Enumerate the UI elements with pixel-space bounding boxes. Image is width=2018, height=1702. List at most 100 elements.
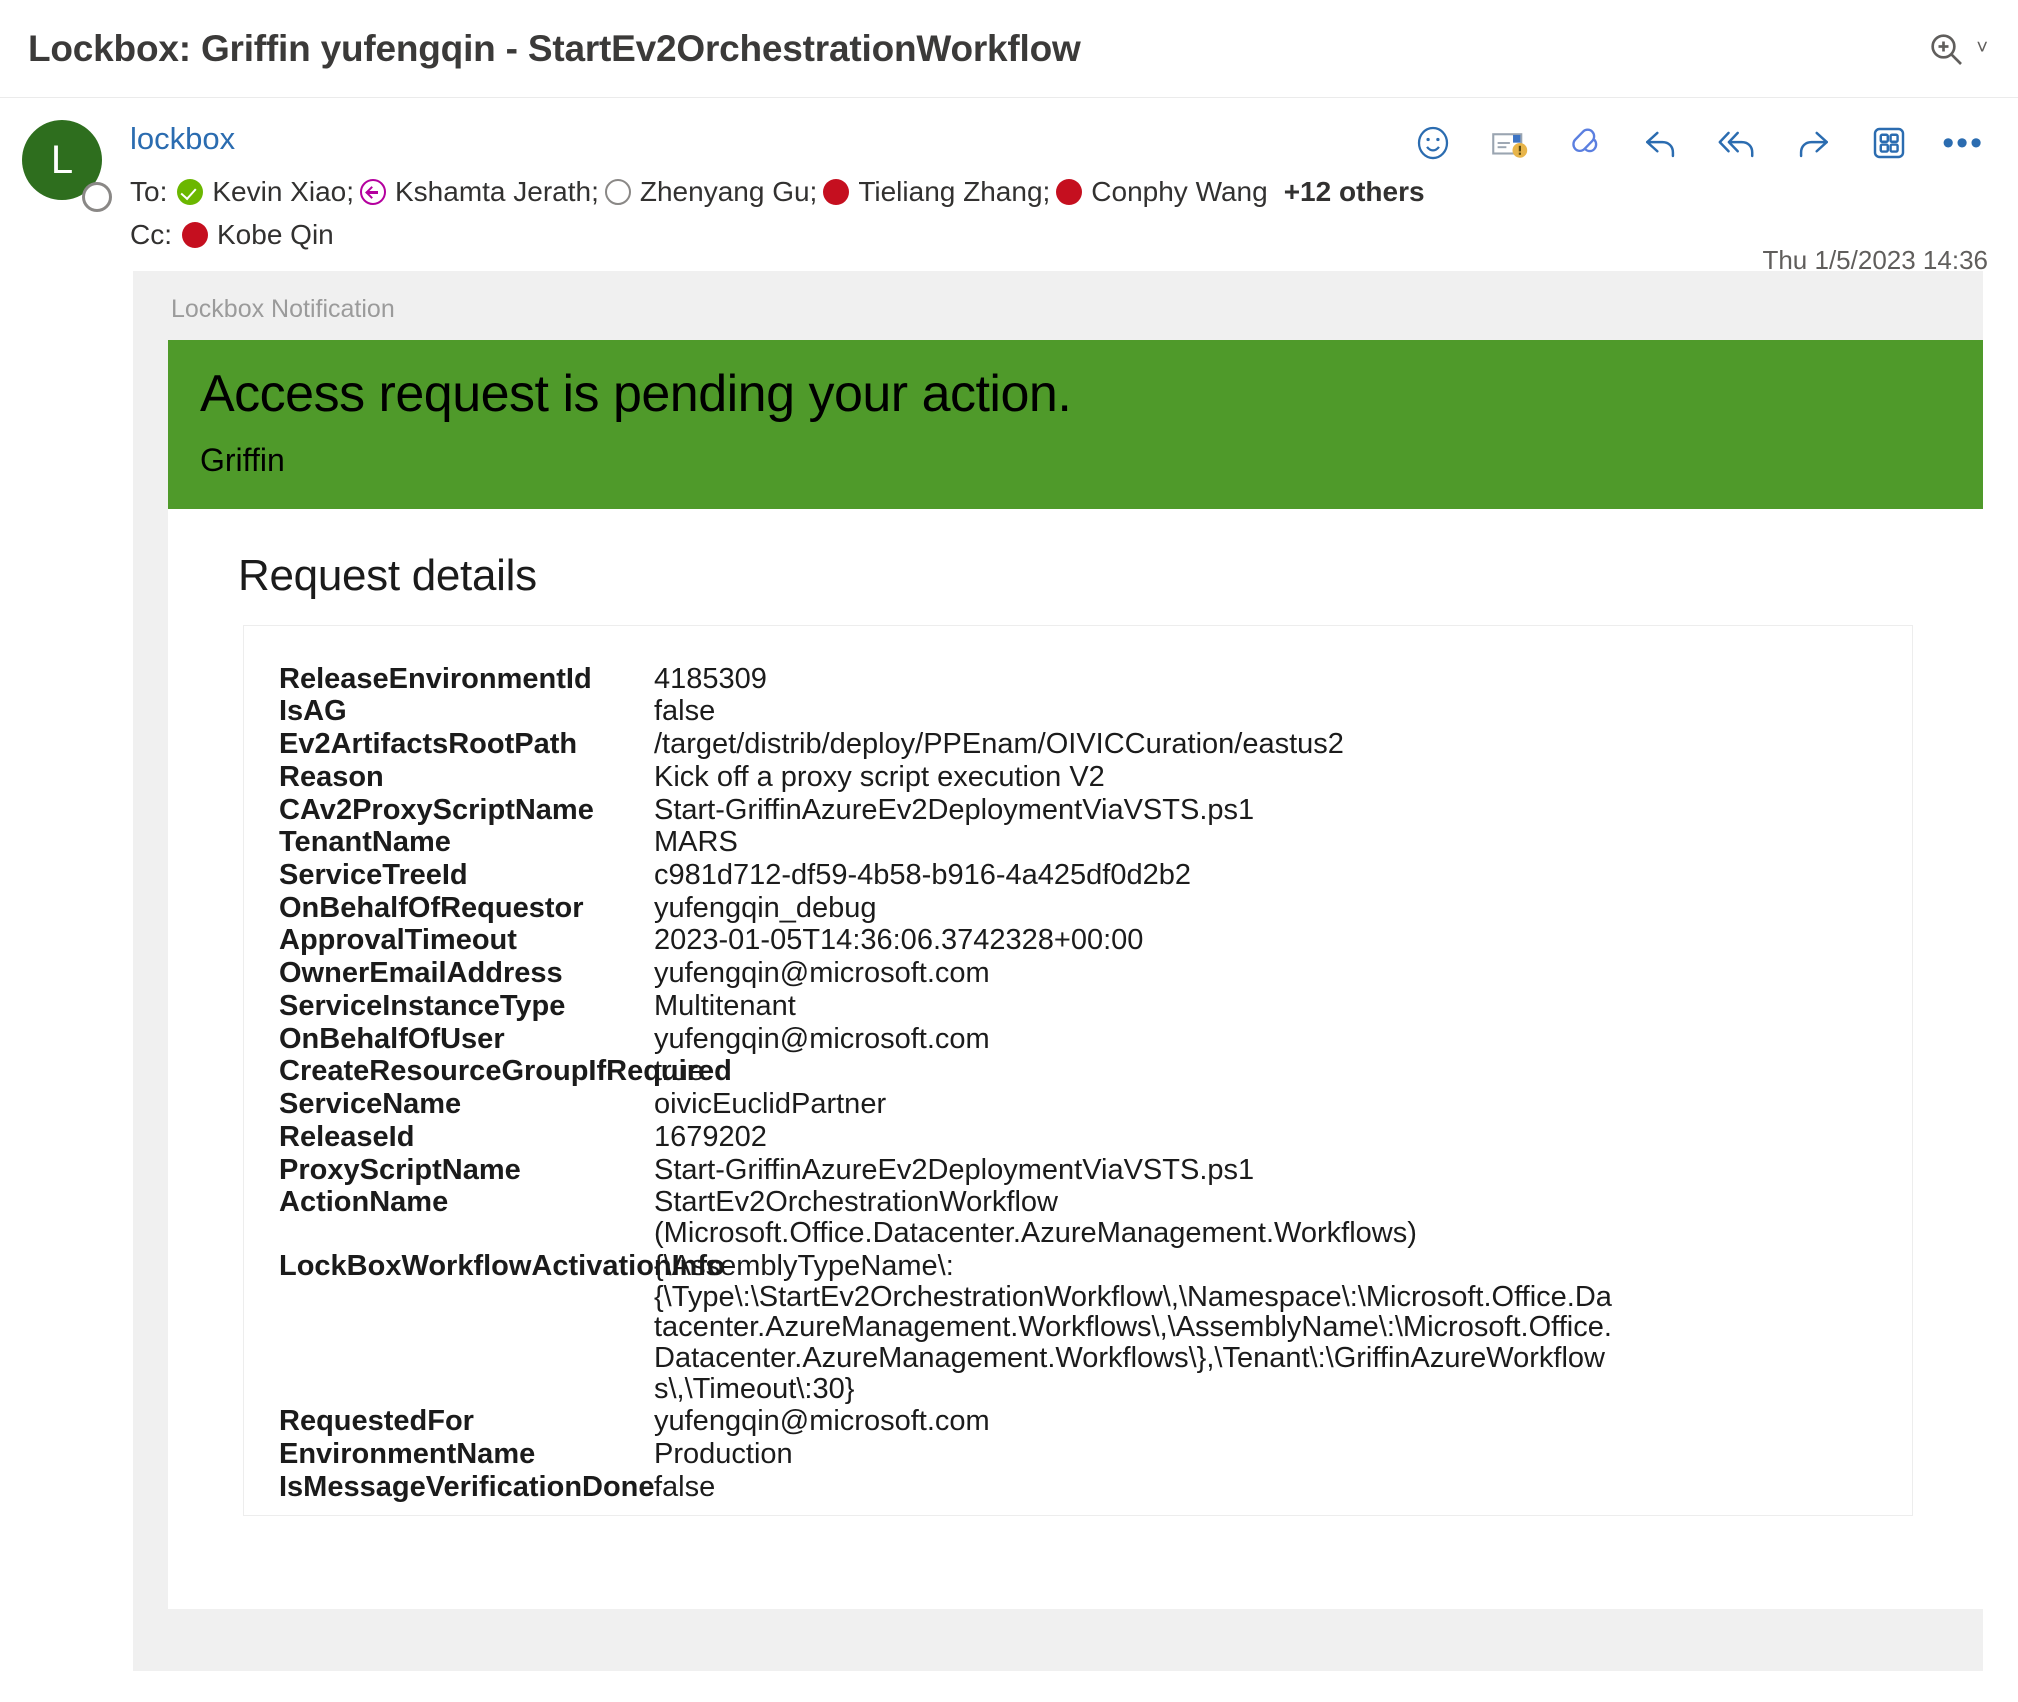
table-row: ActionName StartEv2OrchestrationWorkflow… bbox=[244, 1187, 1912, 1250]
details-table: ReleaseEnvironmentId 4185309 IsAG false … bbox=[243, 624, 1913, 1516]
recipient-chip[interactable]: Kevin Xiao; bbox=[177, 172, 354, 213]
detail-value: false bbox=[654, 1470, 716, 1503]
detail-key: OnBehalfOfRequestor bbox=[279, 891, 584, 924]
detail-value: yufengqin_debug bbox=[654, 891, 877, 924]
message-header: L lockbox ••• To: Kevin Xiao; Kshamta Je… bbox=[0, 98, 2018, 275]
recipient-name: Tieliang Zhang; bbox=[858, 176, 1051, 207]
table-row: OnBehalfOfRequestor yufengqin_debug bbox=[244, 891, 1912, 926]
presence-offline-icon bbox=[604, 179, 631, 206]
detail-key: ServiceName bbox=[279, 1088, 462, 1121]
details-heading: Request details bbox=[238, 550, 537, 600]
detail-value: Kick off a proxy script execution V2 bbox=[654, 760, 1105, 793]
recipient-name: Zhenyang Gu; bbox=[639, 176, 818, 207]
detail-key: ProxyScriptName bbox=[279, 1153, 521, 1186]
detail-value: yufengqin@microsoft.com bbox=[654, 1405, 990, 1438]
message-toolbar: ••• bbox=[1410, 120, 1988, 166]
detail-value: yufengqin@microsoft.com bbox=[654, 1022, 990, 1055]
report-message-icon[interactable] bbox=[1486, 120, 1532, 166]
body-right-margin bbox=[1983, 271, 2018, 1672]
presence-available-icon bbox=[177, 179, 204, 206]
more-options-icon[interactable]: ••• bbox=[1942, 125, 1984, 160]
presence-offline-icon bbox=[82, 182, 112, 212]
message-body: Lockbox Notification Access request is p… bbox=[0, 271, 2018, 1672]
detail-key: ApprovalTimeout bbox=[279, 924, 517, 957]
presence-busy-icon bbox=[823, 179, 850, 206]
recipient-name: Kevin Xiao; bbox=[212, 176, 354, 207]
loop-components-icon[interactable] bbox=[1562, 120, 1608, 166]
chevron-down-icon[interactable]: ˅ bbox=[1976, 37, 1988, 60]
table-row: RequestedFor yufengqin@microsoft.com bbox=[244, 1406, 1912, 1439]
recipient-chip[interactable]: Conphy Wang bbox=[1056, 172, 1268, 213]
recipient-name: Kobe Qin bbox=[217, 218, 334, 250]
table-row: ServiceTreeId c981d712-df59-4b58-b916-4a… bbox=[244, 860, 1912, 893]
detail-value: Multitenant bbox=[654, 989, 796, 1022]
detail-key: Reason bbox=[279, 760, 384, 793]
recipient-chip[interactable]: Tieliang Zhang; bbox=[823, 172, 1050, 213]
apps-grid-icon[interactable] bbox=[1866, 120, 1912, 166]
detail-value: Start-GriffinAzureEv2DeploymentViaVSTS.p… bbox=[654, 793, 1255, 826]
table-row: ReleaseId 1679202 bbox=[244, 1122, 1912, 1155]
detail-value: /target/distrib/deploy/PPEnam/OIVICCurat… bbox=[654, 728, 1344, 761]
detail-key: ActionName bbox=[279, 1186, 449, 1219]
detail-value: Production bbox=[654, 1438, 793, 1471]
cc-line: Cc: Kobe Qin bbox=[130, 215, 1988, 256]
react-emoji-icon[interactable] bbox=[1410, 120, 1456, 166]
detail-key: ServiceInstanceType bbox=[279, 989, 566, 1022]
table-row: IsAG false bbox=[244, 696, 1912, 729]
table-row: Reason Kick off a proxy script execution… bbox=[244, 762, 1912, 795]
presence-out-of-office-icon bbox=[360, 179, 386, 206]
detail-key: IsAG bbox=[279, 695, 347, 728]
subject-bar-actions: ˅ bbox=[1926, 29, 1988, 69]
table-row: ServiceName oivicEuclidPartner bbox=[244, 1089, 1912, 1122]
sender-name[interactable]: lockbox bbox=[130, 120, 235, 156]
table-row: Ev2ArtifactsRootPath /target/distrib/dep… bbox=[244, 729, 1912, 762]
table-row: ReleaseEnvironmentId 4185309 bbox=[244, 663, 1912, 697]
status-banner: Access request is pending your action. G… bbox=[168, 340, 1983, 509]
reply-all-icon[interactable] bbox=[1714, 120, 1760, 166]
detail-key: OnBehalfOfUser bbox=[279, 1022, 505, 1055]
table-row: TenantName MARS bbox=[244, 827, 1912, 860]
sender-row: lockbox ••• bbox=[130, 120, 1988, 166]
detail-value: true bbox=[654, 1055, 704, 1088]
page-title: Lockbox: Griffin yufengqin - StartEv2Orc… bbox=[28, 27, 1081, 69]
detail-value: 2023-01-05T14:36:06.3742328+00:00 bbox=[654, 924, 1144, 957]
details-section: Request details ReleaseEnvironmentId 418… bbox=[168, 508, 1983, 1609]
recipients: To: Kevin Xiao; Kshamta Jerath; Zhenyang… bbox=[130, 172, 1988, 275]
table-row: OnBehalfOfUser yufengqin@microsoft.com bbox=[244, 1022, 1912, 1057]
subject-bar: Lockbox: Griffin yufengqin - StartEv2Orc… bbox=[0, 0, 2018, 98]
detail-value: oivicEuclidPartner bbox=[654, 1088, 887, 1121]
to-label: To: bbox=[130, 176, 168, 207]
table-row: ServiceInstanceType Multitenant bbox=[244, 991, 1912, 1024]
detail-key: CAv2ProxyScriptName bbox=[279, 793, 594, 826]
detail-value: StartEv2OrchestrationWorkflow (Microsoft… bbox=[654, 1186, 1417, 1250]
to-line: To: Kevin Xiao; Kshamta Jerath; Zhenyang… bbox=[130, 172, 1988, 213]
table-row: ProxyScriptName Start-GriffinAzureEv2Dep… bbox=[244, 1153, 1912, 1188]
forward-icon[interactable] bbox=[1790, 120, 1836, 166]
recipient-name: Conphy Wang bbox=[1091, 176, 1268, 207]
table-row: OwnerEmailAddress yufengqin@microsoft.co… bbox=[244, 958, 1912, 991]
detail-key: TenantName bbox=[279, 826, 451, 859]
notification-label: Lockbox Notification bbox=[171, 295, 395, 324]
detail-value: {\AssemblyTypeName\:{\Type\:\StartEv2Orc… bbox=[654, 1249, 1612, 1405]
detail-key: OwnerEmailAddress bbox=[279, 957, 563, 990]
detail-key: IsMessageVerificationDone bbox=[279, 1470, 655, 1503]
recipient-chip[interactable]: Kobe Qin bbox=[182, 215, 334, 256]
recipient-chip[interactable]: Kshamta Jerath; bbox=[360, 172, 599, 213]
zoom-search-icon[interactable] bbox=[1926, 29, 1966, 69]
more-recipients-link[interactable]: +12 others bbox=[1284, 172, 1425, 213]
presence-busy-icon bbox=[182, 221, 208, 248]
message-header-body: lockbox ••• To: Kevin Xiao; Kshamta Jera… bbox=[130, 120, 2018, 275]
banner-title: Access request is pending your action. bbox=[200, 365, 1072, 424]
table-row: LockBoxWorkflowActivationInfo {\Assembly… bbox=[244, 1249, 1912, 1407]
recipient-chip[interactable]: Zhenyang Gu; bbox=[604, 172, 818, 213]
avatar[interactable]: L bbox=[22, 120, 112, 212]
detail-key: RequestedFor bbox=[279, 1405, 474, 1438]
cc-label: Cc: bbox=[130, 218, 172, 250]
table-row: IsMessageVerificationDone false bbox=[244, 1472, 1912, 1505]
detail-key: LockBoxWorkflowActivationInfo bbox=[279, 1249, 725, 1282]
detail-key: Ev2ArtifactsRootPath bbox=[279, 728, 578, 761]
reply-icon[interactable] bbox=[1638, 120, 1684, 166]
email-html-canvas: Lockbox Notification Access request is p… bbox=[133, 271, 1983, 1672]
detail-value: 1679202 bbox=[654, 1120, 767, 1153]
detail-key: ServiceTreeId bbox=[279, 858, 468, 891]
